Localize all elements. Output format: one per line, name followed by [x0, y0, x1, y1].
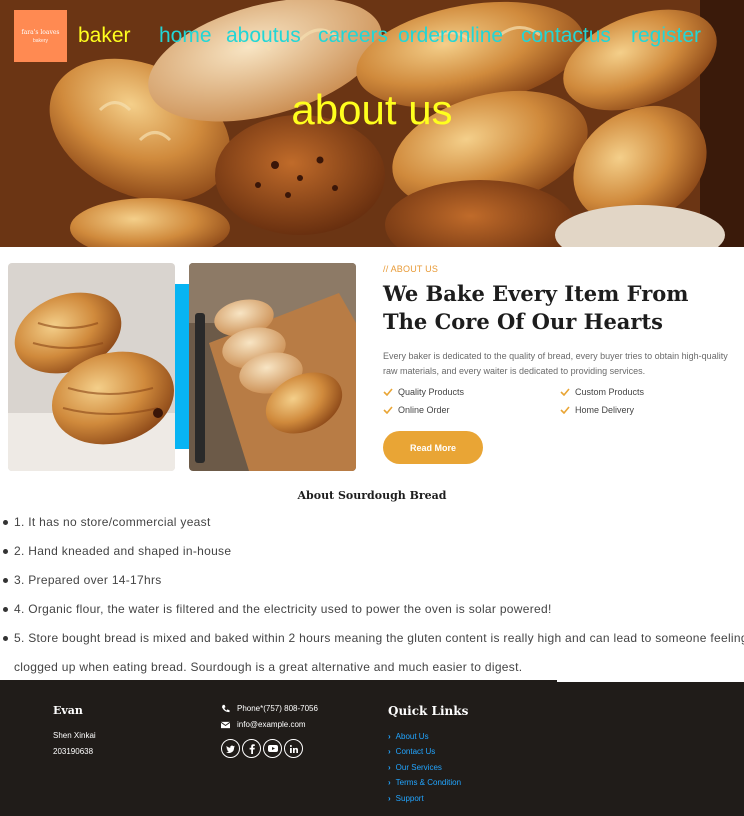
quick-link-label: Terms & Condition	[395, 778, 462, 787]
quick-links-title: Quick Links	[388, 704, 469, 718]
quick-link-label: Support	[395, 794, 424, 803]
decorative-bar	[175, 284, 189, 449]
footer: Evan Shen Xinkai 203190638 Phone*(757) 8…	[0, 680, 744, 816]
feature-online-order: Online Order	[383, 405, 450, 415]
logo-text: fara's loaves	[21, 28, 60, 36]
croissant-image	[8, 263, 175, 471]
list-item: 3. Prepared over 14-17hrs	[0, 566, 744, 595]
footer-edge	[557, 680, 744, 682]
nav-home[interactable]: home	[159, 22, 212, 50]
feature-custom-products: Custom Products	[560, 387, 644, 397]
check-icon	[560, 406, 570, 414]
chevron-right-icon: ›	[388, 747, 391, 756]
email-icon	[221, 721, 230, 728]
nav-aboutus[interactable]: aboutus	[226, 22, 301, 50]
section-description: Every baker is dedicated to the quality …	[383, 351, 728, 376]
hero-banner: fara's loaves bakery baker home aboutus …	[0, 0, 744, 247]
sourdough-list: 1. It has no store/commercial yeast 2. H…	[0, 508, 744, 682]
sourdough-heading: About Sourdough Bread	[297, 489, 447, 502]
footer-phone: Phone*(757) 808-7056	[221, 704, 318, 713]
footer-author: Shen Xinkai	[53, 731, 96, 740]
chevron-right-icon: ›	[388, 778, 391, 787]
chevron-right-icon: ›	[388, 794, 391, 803]
footer-email: info@example.com	[221, 720, 306, 729]
quick-link-about-us[interactable]: › About Us	[388, 732, 429, 741]
logo-subtext: bakery	[32, 37, 48, 44]
list-item: 1. It has no store/commercial yeast	[0, 508, 744, 537]
feature-label: Custom Products	[575, 387, 645, 397]
quick-link-contact-us[interactable]: › Contact Us	[388, 747, 435, 756]
quick-link-label: About Us	[395, 732, 429, 741]
youtube-icon[interactable]	[263, 739, 282, 758]
quick-link-label: Contact Us	[395, 747, 436, 756]
list-item: 2. Hand kneaded and shaped in-house	[0, 537, 744, 566]
phone-text: Phone*(757) 808-7056	[237, 704, 318, 713]
chevron-right-icon: ›	[388, 732, 391, 741]
section-heading: We Bake Every Item From The Core Of Our …	[383, 281, 689, 334]
feature-quality-products: Quality Products	[383, 387, 464, 397]
twitter-icon[interactable]	[221, 739, 240, 758]
nav-contactus[interactable]: contactus	[521, 22, 611, 50]
read-more-button[interactable]: Read More	[383, 431, 483, 464]
list-item: 4. Organic flour, the water is filtered …	[0, 595, 744, 624]
feature-label: Home Delivery	[575, 405, 635, 415]
list-item: 5. Store bought bread is mixed and baked…	[0, 624, 744, 682]
footer-student-id: 203190638	[53, 747, 94, 756]
nav-orderonline[interactable]: orderonline	[398, 22, 503, 50]
page-title: about us	[291, 86, 453, 133]
sliced-bread-image	[189, 263, 356, 471]
chevron-right-icon: ›	[388, 763, 391, 772]
check-icon	[560, 388, 570, 396]
nav-careers[interactable]: careers	[318, 22, 388, 50]
quick-link-label: Our Services	[395, 763, 442, 772]
quick-link-support[interactable]: › Support	[388, 794, 424, 803]
nav-brand[interactable]: baker	[78, 22, 131, 50]
linkedin-icon[interactable]	[284, 739, 303, 758]
feature-label: Online Order	[398, 405, 450, 415]
quick-link-our-services[interactable]: › Our Services	[388, 763, 442, 772]
check-icon	[383, 388, 393, 396]
feature-home-delivery: Home Delivery	[560, 405, 634, 415]
check-icon	[383, 406, 393, 414]
logo[interactable]: fara's loaves bakery	[14, 10, 67, 62]
section-eyebrow: // ABOUT US	[383, 264, 439, 274]
facebook-icon[interactable]	[242, 739, 261, 758]
footer-name: Evan	[53, 704, 83, 717]
feature-label: Quality Products	[398, 387, 465, 397]
quick-link-terms[interactable]: › Terms & Condition	[388, 778, 461, 787]
nav-register[interactable]: register	[631, 22, 701, 50]
phone-icon	[221, 704, 230, 713]
email-text: info@example.com	[237, 720, 306, 729]
